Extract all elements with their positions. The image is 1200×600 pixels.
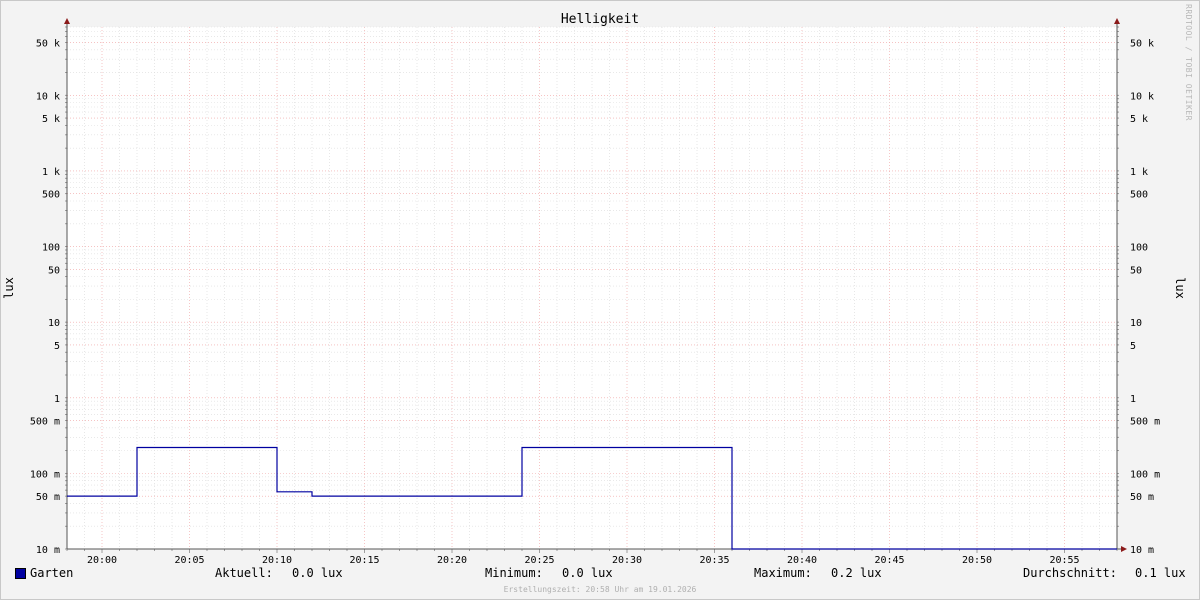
y-axis-arrow-right [1114, 18, 1120, 24]
y-tick-label-right: 10 [1130, 318, 1142, 329]
y-tick-label-right: 5 [1130, 341, 1136, 352]
x-tick-label: 20:15 [349, 555, 379, 566]
y-tick-label-left: 5 k [42, 114, 60, 125]
x-tick-label: 20:00 [87, 555, 117, 566]
y-tick-label-right: 50 [1130, 265, 1142, 276]
chart-title: Helligkeit [561, 12, 639, 27]
legend-aktuell-label: Aktuell: [215, 566, 273, 580]
y-tick-label-left: 100 [42, 243, 60, 254]
x-tick-label: 20:10 [262, 555, 292, 566]
y-tick-label-left: 500 m [30, 417, 60, 428]
legend-minimum-label: Minimum: [485, 566, 543, 580]
y-tick-label-right: 5 k [1130, 114, 1148, 125]
legend-series-name: Garten [30, 566, 74, 580]
watermark: RRDTOOL / TOBI OETIKER [1184, 4, 1193, 121]
y-axis-label-left: lux [2, 277, 16, 299]
y-tick-label-right: 50 k [1130, 38, 1154, 49]
y-tick-label-left: 50 [48, 265, 60, 276]
x-tick-label: 20:50 [962, 555, 992, 566]
creation-time-note: Erstellungszeit: 20:58 Uhr am 19.01.2026 [503, 585, 697, 594]
legend: Garten Aktuell: 0.0 lux Minimum: 0.0 lux… [0, 566, 1200, 586]
legend-aktuell-value: 0.0 lux [292, 566, 343, 580]
y-axis-arrow-left [64, 18, 70, 24]
legend-minimum-value: 0.0 lux [562, 566, 613, 580]
y-tick-label-left: 10 m [36, 545, 60, 556]
y-tick-label-right: 1 k [1130, 167, 1148, 178]
x-tick-label: 20:05 [174, 555, 204, 566]
y-tick-label-left: 10 k [36, 91, 60, 102]
x-tick-label: 20:30 [612, 555, 642, 566]
y-tick-label-right: 50 m [1130, 492, 1154, 503]
y-tick-label-right: 10 m [1130, 545, 1154, 556]
y-tick-label-right: 100 [1130, 243, 1148, 254]
y-tick-label-right: 500 m [1130, 417, 1160, 428]
x-tick-label: 20:40 [787, 555, 817, 566]
y-tick-label-right: 10 k [1130, 91, 1154, 102]
y-tick-label-left: 10 [48, 318, 60, 329]
y-tick-label-left: 5 [54, 341, 60, 352]
y-tick-label-left: 100 m [30, 469, 60, 480]
x-tick-label: 20:55 [1049, 555, 1079, 566]
x-tick-label: 20:45 [874, 555, 904, 566]
x-tick-label: 20:25 [524, 555, 554, 566]
x-tick-label: 20:35 [699, 555, 729, 566]
y-tick-label-left: 50 k [36, 38, 60, 49]
x-axis-arrow [1121, 546, 1127, 552]
chart: Helligkeit 50 k 50 k 10 k 10 k 5 k 5 k 1 k 1 k 5… [2, 12, 1187, 566]
y-tick-label-right: 500 [1130, 190, 1148, 201]
legend-average-label: Durchschnitt: [1023, 566, 1117, 580]
y-tick-label-left: 500 [42, 190, 60, 201]
y-tick-label-left: 1 [54, 394, 60, 405]
legend-average-value: 0.1 lux [1135, 566, 1186, 580]
x-tick-label: 20:20 [437, 555, 467, 566]
legend-maximum-value: 0.2 lux [831, 566, 882, 580]
y-tick-label-right: 1 [1130, 394, 1136, 405]
legend-maximum-label: Maximum: [754, 566, 812, 580]
y-tick-label-right: 100 m [1130, 469, 1160, 480]
y-axis-label-right: lux [1173, 277, 1187, 299]
legend-swatch-garten [15, 568, 26, 579]
y-tick-label-left: 1 k [42, 167, 60, 178]
y-tick-label-left: 50 m [36, 492, 60, 503]
